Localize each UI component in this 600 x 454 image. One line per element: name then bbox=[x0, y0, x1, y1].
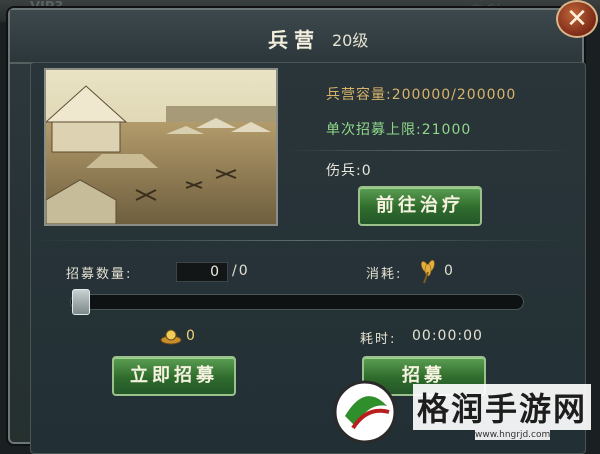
section-divider bbox=[30, 240, 570, 241]
wounded-value: 0 bbox=[361, 163, 372, 179]
quantity-input[interactable]: 0 bbox=[176, 262, 228, 282]
brand-name: 格润手游网 bbox=[413, 384, 592, 430]
instant-recruit-button[interactable]: 立即招募 bbox=[112, 356, 236, 396]
wounded-label: 伤兵: bbox=[326, 163, 362, 179]
quantity-slider-handle[interactable] bbox=[72, 289, 90, 315]
capacity-value: 200000/200000 bbox=[391, 87, 517, 103]
time-label: 耗时: bbox=[360, 332, 397, 347]
consume-label: 消耗: bbox=[366, 267, 403, 282]
quantity-slider-track[interactable] bbox=[70, 294, 524, 310]
recruit-limit-value: 21000 bbox=[421, 122, 472, 138]
time-value: 00:00:00 bbox=[412, 328, 483, 344]
consume-value: 0 bbox=[444, 263, 455, 279]
recruit-limit-row: 单次招募上限:21000 bbox=[326, 119, 471, 139]
capacity-label: 兵营容量: bbox=[326, 87, 392, 103]
site-watermark: 格润手游网 www.hngrjd.com bbox=[325, 376, 600, 444]
wounded-row: 伤兵:0 bbox=[326, 160, 372, 180]
capacity-row: 兵营容量:200000/200000 bbox=[326, 84, 516, 104]
brand-logo-icon bbox=[333, 380, 397, 444]
brand-url: www.hngrjd.com bbox=[475, 430, 551, 440]
recruit-limit-label: 单次招募上限: bbox=[326, 122, 422, 138]
gold-value: 0 bbox=[186, 328, 197, 344]
divider bbox=[284, 150, 574, 151]
quantity-max: /0 bbox=[232, 263, 250, 279]
barracks-image bbox=[44, 68, 278, 226]
quantity-label: 招募数量: bbox=[66, 267, 133, 282]
close-icon: ✕ bbox=[566, 4, 588, 34]
heal-button[interactable]: 前往治疗 bbox=[358, 186, 482, 226]
window-level: 20级 bbox=[332, 31, 369, 50]
close-button[interactable]: ✕ bbox=[556, 0, 598, 38]
window-title: 兵营 bbox=[268, 28, 320, 52]
wheat-icon bbox=[416, 258, 442, 288]
gold-ingot-icon bbox=[160, 326, 182, 350]
